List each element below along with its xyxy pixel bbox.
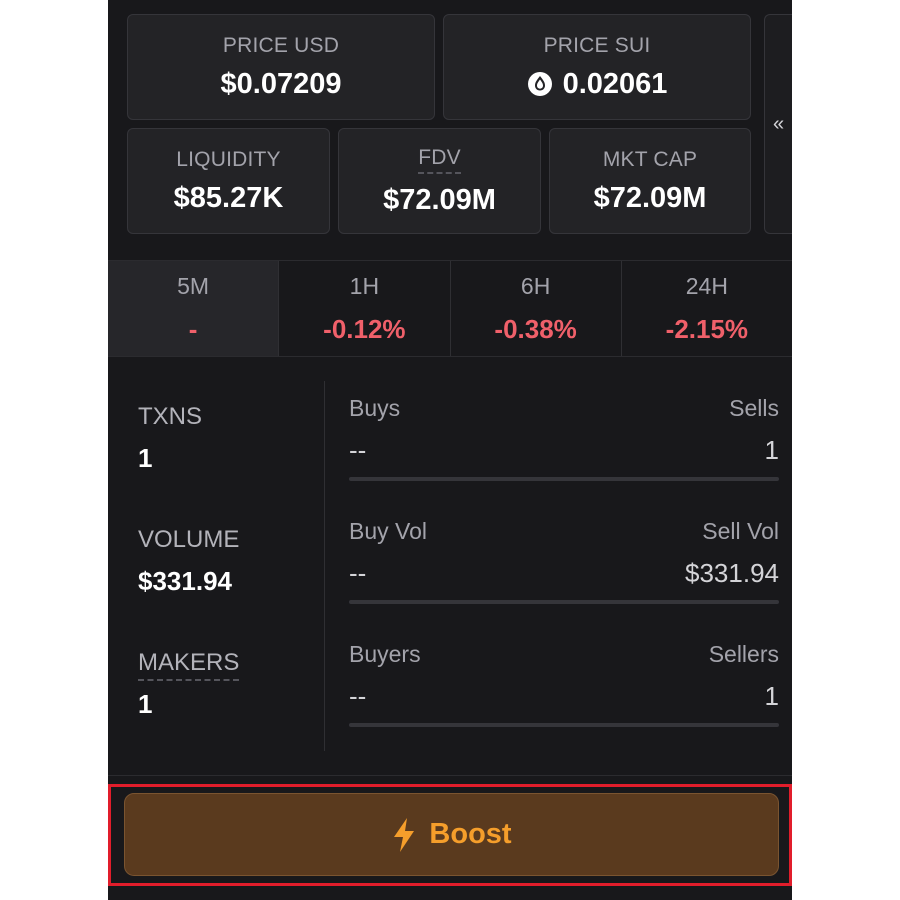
- sells-value: 1: [764, 435, 779, 465]
- buyers-label: Buyers: [349, 641, 421, 667]
- lightning-icon: [394, 817, 415, 852]
- buys-label: Buys: [349, 395, 401, 421]
- txns-value: 1: [138, 443, 153, 473]
- tab-label: 24H: [685, 272, 728, 299]
- tab-5m[interactable]: 5M -: [108, 261, 280, 356]
- price-sui-card: PRICE SUI 0.02061: [443, 14, 751, 120]
- sui-icon: [527, 72, 552, 96]
- buyers-value: --: [349, 681, 367, 711]
- fdv-value: $72.09M: [383, 183, 496, 216]
- mktcap-label: MKT CAP: [602, 147, 698, 171]
- mktcap-card: MKT CAP $72.09M: [549, 128, 751, 234]
- boost-label: Boost: [429, 818, 512, 850]
- mktcap-value: $72.09M: [593, 181, 707, 214]
- stats-divider: [324, 381, 325, 751]
- volume-value: $331.94: [138, 566, 232, 596]
- sellers-value: 1: [764, 681, 779, 711]
- sell-vol-label: Sell Vol: [702, 518, 779, 544]
- buys-value: --: [349, 435, 367, 465]
- tab-1h[interactable]: 1H -0.12%: [279, 261, 451, 356]
- tab-label: 6H: [520, 272, 551, 299]
- price-sui-label: PRICE SUI: [543, 33, 651, 57]
- trade-stats: TXNS 1 VOLUME $331.94 MAKERS 1 Buys Sell…: [108, 357, 792, 777]
- price-usd-card: PRICE USD $0.07209: [127, 14, 435, 120]
- price-usd-label: PRICE USD: [222, 33, 340, 57]
- tab-change: -2.15%: [665, 313, 749, 344]
- volume-row: Buy Vol Sell Vol -- $331.94: [349, 518, 779, 618]
- fdv-card[interactable]: FDV $72.09M: [338, 128, 541, 234]
- buy-vol-label: Buy Vol: [349, 518, 427, 544]
- tab-24h[interactable]: 24H -2.15%: [622, 261, 792, 356]
- sell-vol-value: $331.94: [685, 558, 779, 588]
- makers-label[interactable]: MAKERS: [138, 649, 240, 681]
- makers-bar: [349, 723, 779, 727]
- tab-label: 1H: [349, 272, 380, 299]
- price-sui-row: 0.02061: [527, 67, 668, 101]
- makers-row: Buyers Sellers -- 1: [349, 641, 779, 741]
- buys-sells-bar: [349, 477, 779, 481]
- double-chevron-left-icon: «: [772, 112, 785, 135]
- volume-label: VOLUME: [138, 526, 240, 553]
- liquidity-value: $85.27K: [173, 181, 284, 214]
- timeframe-tabs: 5M - 1H -0.12% 6H -0.38% 24H -2.15%: [108, 260, 792, 357]
- section-divider: [108, 775, 792, 776]
- tab-label: 5M: [177, 272, 210, 299]
- tab-6h[interactable]: 6H -0.38%: [451, 261, 622, 356]
- sellers-label: Sellers: [708, 641, 779, 667]
- fdv-label[interactable]: FDV: [418, 146, 461, 174]
- tab-change: -0.38%: [494, 313, 577, 344]
- tab-change: -0.12%: [323, 313, 406, 344]
- buy-vol-value: --: [349, 558, 367, 588]
- txns-label: TXNS: [138, 403, 203, 430]
- liquidity-label: LIQUIDITY: [176, 147, 281, 171]
- boost-highlight: Boost: [108, 784, 792, 886]
- liquidity-card: LIQUIDITY $85.27K: [127, 128, 330, 234]
- volume-bar: [349, 600, 779, 604]
- makers-value: 1: [138, 689, 153, 719]
- collapse-panel-button[interactable]: «: [764, 14, 792, 234]
- tab-change: -: [188, 313, 198, 344]
- sells-label: Sells: [729, 395, 779, 421]
- price-usd-value: $0.07209: [220, 67, 342, 100]
- buys-sells-row: Buys Sells -- 1: [349, 395, 779, 495]
- price-sui-value: 0.02061: [562, 67, 668, 100]
- boost-button[interactable]: Boost: [124, 793, 779, 876]
